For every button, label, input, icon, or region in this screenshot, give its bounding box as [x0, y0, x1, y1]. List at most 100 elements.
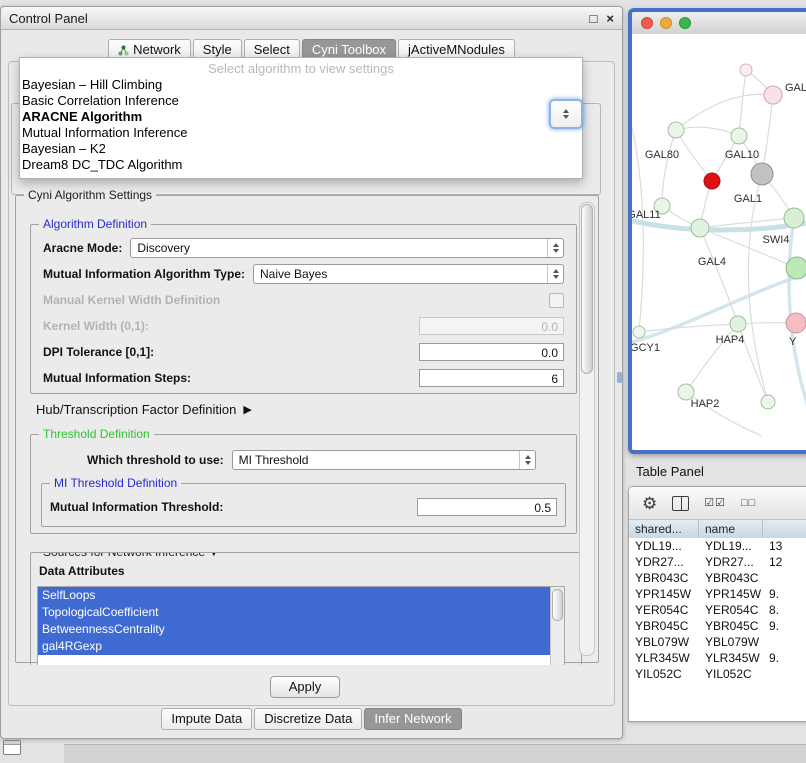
- network-node[interactable]: [704, 173, 720, 189]
- table-row[interactable]: YER054CYER054C8.: [629, 602, 806, 618]
- network-node[interactable]: [731, 128, 747, 144]
- table-cell: [763, 570, 806, 586]
- network-canvas[interactable]: GAL8GAL80GAL10GAL1GAL11SWI4GAL4GCY1HAP4Y…: [632, 34, 806, 450]
- table-row[interactable]: YDL19...YDL19...13: [629, 538, 806, 554]
- mi-threshold-field[interactable]: 0.5: [417, 498, 557, 516]
- settings-scrollbar-thumb[interactable]: [581, 204, 593, 374]
- network-node[interactable]: [786, 257, 806, 279]
- minimize-traffic-light-icon[interactable]: [660, 17, 672, 29]
- which-threshold-label: Which threshold to use:: [87, 453, 224, 467]
- zoom-traffic-light-icon[interactable]: [679, 17, 691, 29]
- dropdown-item[interactable]: Mutual Information Inference: [20, 125, 582, 141]
- column-header-shared-name[interactable]: shared...: [629, 520, 699, 538]
- dropdown-item[interactable]: Dream8 DC_TDC Algorithm: [20, 157, 582, 173]
- table-row[interactable]: YBR045CYBR045C9.: [629, 618, 806, 634]
- aracne-mode-select[interactable]: Discovery: [130, 238, 564, 258]
- table-row[interactable]: YLR345WYLR345W9.: [629, 650, 806, 666]
- network-node-label: GCY1: [632, 342, 660, 354]
- algorithm-definition-title: Algorithm Definition: [39, 217, 151, 231]
- table-cell: YLR345W: [629, 650, 699, 666]
- tab-infer-network[interactable]: Infer Network: [364, 708, 461, 730]
- table-cell: YBL079W: [699, 634, 763, 650]
- network-node[interactable]: [730, 316, 746, 332]
- mi-steps-field[interactable]: 6: [419, 369, 564, 387]
- network-node[interactable]: [764, 86, 782, 104]
- attribute-item-selected[interactable]: SelfLoops: [38, 587, 551, 604]
- tab-label: Cyni Toolbox: [312, 42, 386, 58]
- cyni-algorithm-settings-group: Cyni Algorithm Settings Algorithm Defini…: [15, 195, 599, 663]
- settings-scrollbar[interactable]: [579, 202, 595, 656]
- network-node[interactable]: [751, 163, 773, 185]
- network-canvas-svg[interactable]: GAL8GAL80GAL10GAL1GAL11SWI4GAL4GCY1HAP4Y…: [632, 34, 806, 441]
- dropdown-item[interactable]: Bayesian – K2: [20, 141, 582, 157]
- attribute-item-selected[interactable]: BetweennessCentrality: [38, 621, 551, 638]
- network-node-label: GAL1: [734, 193, 762, 205]
- control-panel-titlebar[interactable]: Control Panel □ ×: [1, 7, 622, 30]
- table-cell: [763, 634, 806, 650]
- network-node[interactable]: [784, 208, 804, 228]
- columns-icon[interactable]: [672, 496, 689, 511]
- table-cell: YLR345W: [699, 650, 763, 666]
- apply-button[interactable]: Apply: [270, 676, 340, 698]
- table-header-row: shared... name: [629, 520, 806, 539]
- column-header-name[interactable]: name: [699, 520, 763, 538]
- network-node[interactable]: [740, 64, 752, 76]
- combo-arrows-icon: [547, 265, 563, 283]
- network-tab-icon: [118, 45, 129, 56]
- attribute-item-selected[interactable]: gal4RGexp: [38, 638, 551, 655]
- network-window-titlebar[interactable]: [632, 12, 806, 35]
- network-node[interactable]: [668, 122, 684, 138]
- table-row[interactable]: YIL052CYIL052C: [629, 666, 806, 682]
- close-traffic-light-icon[interactable]: [641, 17, 653, 29]
- table-row[interactable]: YDR27...YDR27...12: [629, 554, 806, 570]
- table-cell: 12: [763, 554, 806, 570]
- control-panel-title: Control Panel: [9, 11, 88, 26]
- deselect-all-icon[interactable]: □□: [741, 498, 756, 509]
- table-cell: YBR045C: [699, 618, 763, 634]
- table-cell: 9.: [763, 650, 806, 666]
- select-all-icon[interactable]: ☑☑: [704, 498, 726, 509]
- algorithm-combo-button[interactable]: [549, 99, 583, 129]
- network-node[interactable]: [633, 326, 645, 338]
- mi-algorithm-type-select[interactable]: Naive Bayes: [253, 264, 564, 284]
- table-cell: YDL19...: [629, 538, 699, 554]
- column-header-partial[interactable]: [763, 520, 806, 538]
- dropdown-item-selected[interactable]: ARACNE Algorithm: [20, 109, 582, 125]
- table-cell: YPR145W: [699, 586, 763, 602]
- tab-impute-data[interactable]: Impute Data: [161, 708, 252, 730]
- hub-definition-expander[interactable]: Hub/Transcription Factor Definition ▶: [36, 402, 252, 417]
- network-node[interactable]: [786, 313, 806, 333]
- dropdown-item[interactable]: Basic Correlation Inference: [20, 93, 582, 109]
- network-node-label: Y: [789, 336, 797, 348]
- list-scrollbar[interactable]: [550, 587, 564, 665]
- network-node[interactable]: [761, 395, 775, 409]
- bottom-task-bar: [64, 744, 806, 763]
- panel-splitter-handle[interactable]: [617, 372, 622, 383]
- manual-kernel-width-checkbox[interactable]: [549, 293, 564, 308]
- tab-discretize-data[interactable]: Discretize Data: [254, 708, 362, 730]
- float-window-icon[interactable]: □: [590, 12, 598, 25]
- dpi-tolerance-field[interactable]: 0.0: [419, 343, 564, 361]
- table-row[interactable]: YPR145WYPR145W9.: [629, 586, 806, 602]
- aracne-mode-value: Discovery: [137, 241, 190, 255]
- bottom-tab-bar: Impute Data Discretize Data Infer Networ…: [1, 708, 622, 730]
- attribute-item-selected[interactable]: TopologicalCoefficient: [38, 604, 551, 621]
- minimized-window-icon[interactable]: [3, 740, 21, 755]
- network-node[interactable]: [691, 219, 709, 237]
- data-attributes-list: SelfLoops TopologicalCoefficient Between…: [37, 586, 565, 665]
- table-cell: YER054C: [699, 602, 763, 618]
- table-row[interactable]: YBL079WYBL079W: [629, 634, 806, 650]
- close-icon[interactable]: ×: [606, 12, 614, 25]
- kernel-width-field[interactable]: 0.0: [419, 317, 564, 335]
- table-row[interactable]: YBR043CYBR043C: [629, 570, 806, 586]
- threshold-definition-title: Threshold Definition: [39, 427, 154, 441]
- table-toolbar: ⚙ ☑☑ □□: [629, 487, 806, 520]
- manual-kernel-width-label: Manual Kernel Width Definition: [43, 293, 220, 307]
- which-threshold-select[interactable]: MI Threshold: [232, 450, 536, 470]
- list-scrollbar-thumb[interactable]: [552, 589, 563, 621]
- dropdown-item[interactable]: Bayesian – Hill Climbing: [20, 77, 582, 93]
- table-cell: YDL19...: [699, 538, 763, 554]
- kernel-width-label: Kernel Width (0,1):: [43, 319, 149, 333]
- collapse-down-icon[interactable]: ▼: [208, 552, 219, 559]
- gear-icon[interactable]: ⚙: [642, 495, 657, 512]
